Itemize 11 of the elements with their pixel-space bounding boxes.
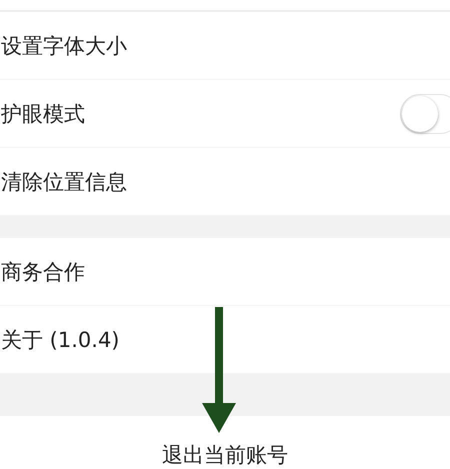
row-label: 设置字体大小 bbox=[1, 32, 127, 60]
row-label: 商务合作 bbox=[1, 258, 85, 286]
logout-button[interactable]: 退出当前账号 bbox=[0, 416, 450, 469]
toggle-switch[interactable] bbox=[400, 94, 450, 134]
settings-row[interactable]: 清除位置信息 bbox=[0, 148, 450, 216]
row-label: 清除位置信息 bbox=[1, 168, 127, 196]
row-label: 护眼模式 bbox=[1, 100, 85, 128]
row-label: 关于 (1.0.4) bbox=[1, 326, 120, 354]
settings-row[interactable]: 设置字体大小 bbox=[0, 12, 450, 80]
settings-row[interactable]: 护眼模式 bbox=[0, 80, 450, 148]
settings-row[interactable]: 商务合作 bbox=[0, 238, 450, 306]
